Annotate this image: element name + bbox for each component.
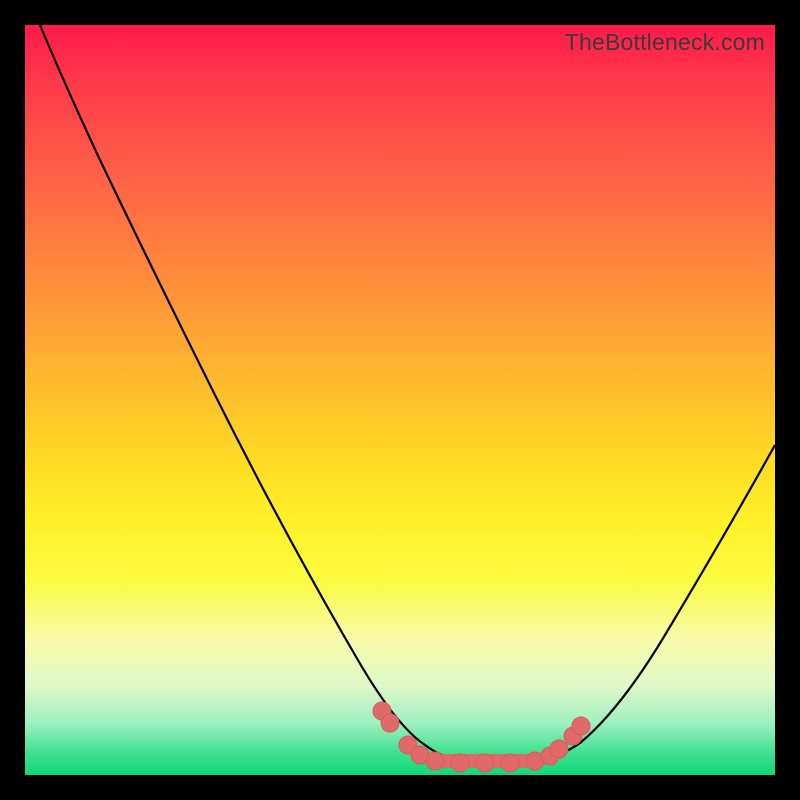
chart-frame: TheBottleneck.com bbox=[0, 0, 800, 800]
marker-dot bbox=[381, 714, 399, 732]
marker-dot bbox=[501, 754, 519, 772]
marker-dot bbox=[426, 752, 444, 770]
marker-dot bbox=[550, 740, 568, 758]
marker-dot bbox=[572, 717, 590, 735]
marker-dot bbox=[451, 754, 469, 772]
bottleneck-curve-svg bbox=[25, 25, 775, 775]
plot-area: TheBottleneck.com bbox=[25, 25, 775, 775]
marker-dot bbox=[476, 754, 494, 772]
bottleneck-curve-line bbox=[40, 25, 775, 763]
